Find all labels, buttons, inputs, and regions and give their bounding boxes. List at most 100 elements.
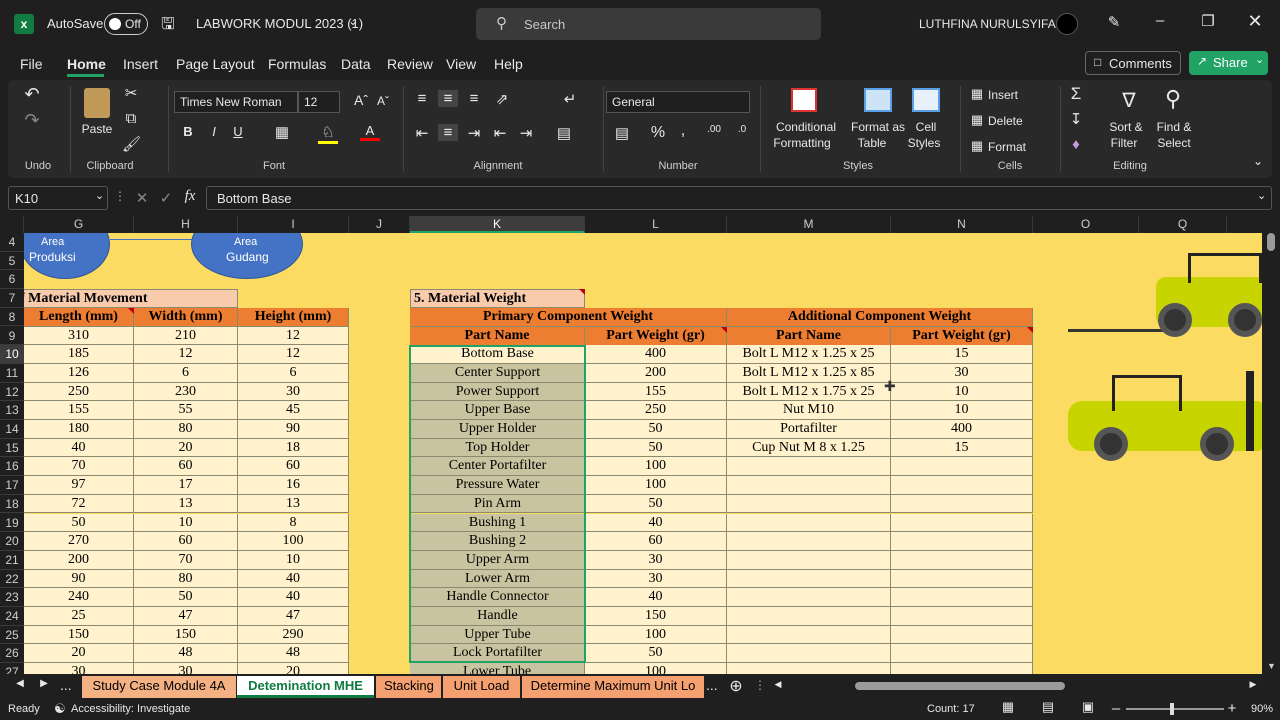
accessibility-icon[interactable]: ☯ — [54, 701, 66, 717]
additional-part-name-cell[interactable]: Bolt L M12 x 1.75 x 25 — [727, 382, 891, 402]
delete-cells-button[interactable]: Delete — [988, 113, 1028, 129]
area-gudang-circle[interactable]: Area Gudang — [191, 233, 303, 279]
conditional-formatting-line1[interactable]: Conditional — [768, 119, 844, 135]
align-top-icon[interactable]: ≡ — [412, 90, 432, 107]
movement-cell[interactable]: 50 — [134, 588, 238, 607]
additional-part-name-cell[interactable] — [727, 663, 891, 674]
find-select-line1[interactable]: Find & — [1152, 119, 1196, 135]
movement-cell[interactable]: 80 — [134, 420, 238, 439]
share-button[interactable]: ↗ Share ⌄ — [1189, 51, 1268, 75]
additional-part-name-cell[interactable]: Bolt L M12 x 1.25 x 85 — [727, 363, 891, 383]
name-box[interactable]: K10 ⌄ — [8, 186, 108, 210]
comments-button[interactable]: □ Comments — [1085, 51, 1181, 75]
menu-review[interactable]: Review — [387, 56, 433, 72]
additional-part-name-cell[interactable] — [727, 644, 891, 664]
movement-header-height[interactable]: Height (mm) — [238, 308, 349, 327]
movement-cell[interactable]: 185 — [24, 345, 134, 364]
movement-header-length[interactable]: Length (mm) — [24, 308, 134, 327]
additional-part-weight-cell[interactable] — [891, 569, 1033, 589]
select-all-corner[interactable] — [0, 216, 24, 233]
wrap-text-icon[interactable]: ↵ — [560, 90, 580, 108]
increase-font-icon[interactable]: Aˆ — [352, 92, 370, 108]
more-sheets-left[interactable]: ... — [60, 677, 72, 693]
increase-decimal-icon[interactable]: .00 — [704, 124, 724, 135]
font-color-icon[interactable]: A — [360, 123, 380, 141]
menu-insert[interactable]: Insert — [123, 56, 158, 72]
format-as-table-icon[interactable] — [864, 88, 892, 112]
primary-part-weight-cell[interactable]: 100 — [585, 663, 727, 674]
primary-part-weight-cell[interactable]: 50 — [585, 438, 727, 458]
collapse-ribbon-icon[interactable]: ⌄ — [1250, 154, 1266, 168]
movement-cell[interactable]: 30 — [24, 663, 134, 674]
cell-styles-line2[interactable]: Styles — [904, 135, 944, 151]
additional-part-weight-cell[interactable]: 10 — [891, 401, 1033, 420]
additional-weight-title[interactable]: Additional Component Weight — [727, 308, 1033, 327]
movement-cell[interactable]: 60 — [134, 457, 238, 477]
comma-icon[interactable]: , — [676, 122, 690, 140]
insert-cells-icon[interactable]: ▦ — [968, 86, 986, 102]
primary-part-weight-cell[interactable]: 250 — [585, 401, 727, 420]
scroll-left-icon[interactable]: ◀ — [772, 679, 784, 690]
font-size-select[interactable]: 12 — [298, 91, 340, 113]
row-header[interactable]: 17 — [0, 476, 24, 495]
movement-cell[interactable]: 250 — [24, 382, 134, 402]
sort-filter-line2[interactable]: Filter — [1104, 135, 1144, 151]
tab-stacking[interactable]: Stacking — [376, 676, 441, 698]
menu-page-layout[interactable]: Page Layout — [176, 56, 255, 72]
movement-cell[interactable]: 13 — [134, 494, 238, 514]
format-as-table-line2[interactable]: Table — [842, 135, 902, 151]
movement-cell[interactable]: 180 — [24, 420, 134, 439]
bold-button[interactable]: B — [180, 124, 196, 139]
col-header-o[interactable]: O — [1033, 216, 1139, 233]
row-header[interactable]: 15 — [0, 439, 24, 458]
menu-formulas[interactable]: Formulas — [268, 56, 326, 72]
autosave-toggle[interactable]: Off — [104, 13, 148, 35]
primary-part-weight-cell[interactable]: 50 — [585, 420, 727, 439]
find-select-icon[interactable]: ⚲ — [1158, 86, 1188, 112]
primary-part-name-header[interactable]: Part Name — [410, 327, 585, 346]
additional-part-name-cell[interactable]: Cup Nut M 8 x 1.25 — [727, 438, 891, 458]
additional-part-name-cell[interactable]: Portafilter — [727, 420, 891, 439]
accessibility-status[interactable]: Accessibility: Investigate — [71, 703, 190, 715]
col-header-k[interactable]: K — [410, 216, 585, 233]
movement-cell[interactable]: 20 — [24, 644, 134, 664]
format-as-table-line1[interactable]: Format as — [842, 119, 914, 135]
movement-cell[interactable]: 210 — [134, 326, 238, 346]
primary-part-weight-cell[interactable]: 40 — [585, 588, 727, 607]
col-header-j[interactable]: J — [349, 216, 410, 233]
row-header[interactable]: 20 — [0, 532, 24, 551]
more-sheets-right[interactable]: ... — [706, 677, 718, 693]
horizontal-scroll-thumb[interactable] — [855, 682, 1065, 690]
primary-part-weight-cell[interactable]: 100 — [585, 476, 727, 495]
fill-color-icon[interactable]: ♘ — [318, 123, 338, 144]
decrease-font-icon[interactable]: Aˇ — [374, 94, 392, 108]
enter-icon[interactable]: ✓ — [158, 189, 174, 207]
movement-cell[interactable]: 47 — [134, 607, 238, 626]
autosum-icon[interactable]: Σ — [1066, 84, 1086, 104]
paste-label[interactable]: Paste — [80, 121, 114, 137]
row-header[interactable]: 9 — [0, 327, 24, 346]
movement-cell[interactable]: 97 — [24, 476, 134, 495]
zoom-level[interactable]: 90% — [1251, 703, 1273, 715]
additional-part-weight-cell[interactable] — [891, 532, 1033, 551]
page-layout-view-icon[interactable]: ▤ — [1040, 699, 1056, 715]
row-header[interactable]: 8 — [0, 308, 24, 327]
menu-view[interactable]: View — [446, 56, 476, 72]
tab-unit-load[interactable]: Unit Load — [443, 676, 520, 698]
movement-section-title[interactable]: f Material Movement — [24, 289, 238, 308]
movement-cell[interactable]: 126 — [24, 363, 134, 383]
movement-header-width[interactable]: Width (mm) — [134, 308, 238, 327]
movement-cell[interactable]: 12 — [238, 345, 349, 364]
movement-cell[interactable]: 150 — [134, 625, 238, 645]
row-header[interactable]: 24 — [0, 607, 24, 626]
page-break-view-icon[interactable]: ▣ — [1080, 699, 1096, 715]
conditional-formatting-line2[interactable]: Formatting — [764, 135, 840, 151]
zoom-slider[interactable] — [1126, 703, 1224, 715]
movement-cell[interactable]: 30 — [238, 382, 349, 402]
primary-part-weight-header[interactable]: Part Weight (gr) — [585, 327, 727, 346]
zoom-slider-knob[interactable] — [1170, 703, 1174, 715]
primary-part-weight-cell[interactable]: 400 — [585, 345, 727, 364]
filename-chevron-icon[interactable]: ⌄ — [348, 14, 358, 28]
decrease-decimal-icon[interactable]: .0 — [732, 124, 752, 135]
add-sheet-icon[interactable]: ⊕ — [726, 676, 746, 696]
